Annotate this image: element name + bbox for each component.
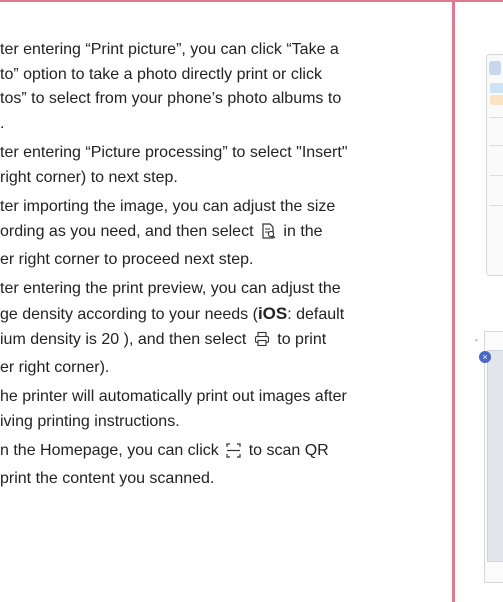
step-scan-qr: n the Homepage, you can click to scan QR…	[0, 438, 448, 491]
step-auto-print: he printer will automatically print out …	[0, 384, 448, 434]
step-text: n the Homepage, you can click	[0, 442, 219, 459]
phone-screenshot-home	[486, 54, 503, 276]
divider-line	[490, 145, 503, 146]
phone-screenshot-preview: < ×	[475, 331, 503, 583]
step-text: ge density according to your needs (	[0, 306, 258, 323]
ios-label: iOS	[257, 304, 288, 323]
step-line: ter importing the image, you can adjust …	[0, 198, 336, 215]
step-line: ge density according to your needs (iOS:…	[0, 301, 448, 327]
divider-line	[490, 175, 503, 176]
divider-line	[490, 205, 503, 206]
step-line: n the Homepage, you can click to scan QR	[0, 438, 448, 466]
step-line: ter entering “Print picture”, you can cl…	[0, 41, 339, 58]
step-adjust-size: ter importing the image, you can adjust …	[0, 194, 448, 272]
step-text: to print	[277, 331, 327, 348]
step-line: er right corner to proceed next step.	[0, 251, 254, 268]
menu-card	[490, 83, 503, 93]
step-line: to” option to take a photo directly prin…	[0, 65, 322, 83]
step-line: ium density is 20 ), and then select to …	[0, 327, 448, 355]
back-icon: <	[475, 338, 478, 344]
qr-scan-icon	[226, 441, 241, 466]
step-print-picture: ter entering “Print picture”, you can cl…	[0, 38, 448, 136]
instruction-steps: ter entering “Print picture”, you can cl…	[0, 38, 448, 495]
step-line: tos” to select from your phone’s photo a…	[0, 90, 342, 107]
step-line: he printer will automatically print out …	[0, 388, 347, 405]
step-text: ium density is 20 ), and then select	[0, 331, 247, 348]
step-line: ording as you need, and then select in t…	[0, 219, 448, 247]
step-line: .	[0, 114, 5, 132]
step-line: right corner) to next step.	[0, 169, 178, 186]
step-line: print the content you scanned.	[0, 470, 215, 487]
document-check-icon	[261, 222, 276, 247]
step-text: ording as you need, and then select	[0, 223, 254, 240]
printer-icon	[254, 330, 270, 355]
menu-card	[490, 95, 503, 105]
step-text: : default	[287, 306, 345, 323]
divider-line	[490, 117, 503, 118]
step-picture-processing: ter entering “Picture processing” to sel…	[0, 140, 448, 190]
step-line: iving printing instructions.	[0, 413, 180, 430]
step-print-preview: ter entering the print preview, you can …	[0, 276, 448, 380]
phone-screens-panel: < ×	[455, 2, 503, 602]
step-line: er right corner).	[0, 359, 110, 376]
instructions-panel: ter entering “Print picture”, you can cl…	[0, 2, 452, 602]
app-logo	[489, 61, 501, 75]
step-line: ter entering the print preview, you can …	[0, 280, 341, 297]
preview-image	[487, 350, 503, 562]
step-text: in the	[283, 223, 323, 240]
step-text: to scan QR	[248, 442, 329, 459]
step-line: ter entering “Picture processing” to sel…	[0, 144, 348, 161]
close-icon: ×	[479, 351, 491, 363]
